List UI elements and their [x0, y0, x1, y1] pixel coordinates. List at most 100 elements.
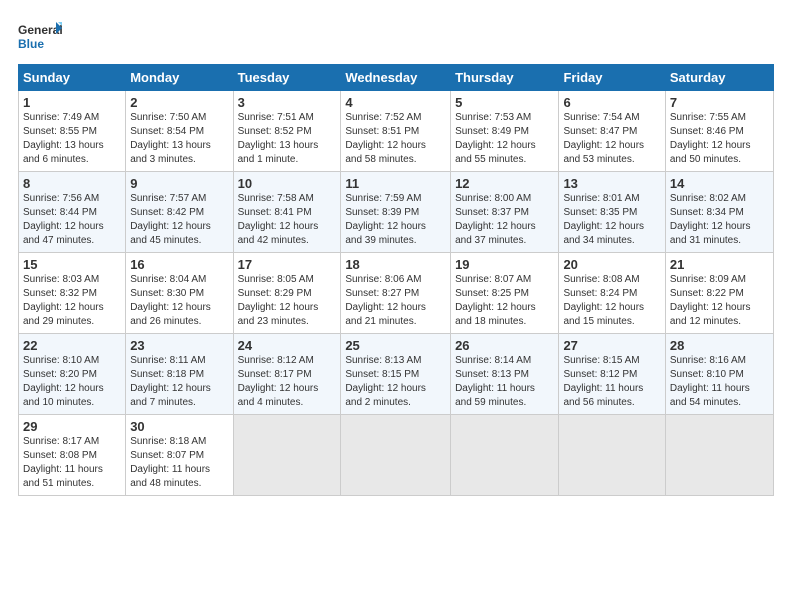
day-cell: 23Sunrise: 8:11 AM Sunset: 8:18 PM Dayli… [126, 334, 233, 415]
calendar: SundayMondayTuesdayWednesdayThursdayFrid… [18, 64, 774, 496]
day-info: Sunrise: 7:56 AM Sunset: 8:44 PM Dayligh… [23, 192, 121, 248]
day-number: 7 [670, 95, 769, 110]
weekday-header-saturday: Saturday [665, 65, 773, 91]
day-cell: 8Sunrise: 7:56 AM Sunset: 8:44 PM Daylig… [19, 172, 126, 253]
day-number: 29 [23, 419, 121, 434]
day-info: Sunrise: 7:49 AM Sunset: 8:55 PM Dayligh… [23, 111, 121, 167]
day-cell: 25Sunrise: 8:13 AM Sunset: 8:15 PM Dayli… [341, 334, 451, 415]
day-number: 23 [130, 338, 228, 353]
day-cell: 26Sunrise: 8:14 AM Sunset: 8:13 PM Dayli… [451, 334, 559, 415]
day-info: Sunrise: 8:04 AM Sunset: 8:30 PM Dayligh… [130, 273, 228, 329]
weekday-header-sunday: Sunday [19, 65, 126, 91]
day-number: 26 [455, 338, 554, 353]
day-info: Sunrise: 8:05 AM Sunset: 8:29 PM Dayligh… [238, 273, 337, 329]
day-cell [665, 415, 773, 496]
day-cell: 15Sunrise: 8:03 AM Sunset: 8:32 PM Dayli… [19, 253, 126, 334]
day-number: 5 [455, 95, 554, 110]
day-cell: 16Sunrise: 8:04 AM Sunset: 8:30 PM Dayli… [126, 253, 233, 334]
day-info: Sunrise: 7:54 AM Sunset: 8:47 PM Dayligh… [563, 111, 660, 167]
svg-text:Blue: Blue [18, 37, 44, 51]
day-info: Sunrise: 8:12 AM Sunset: 8:17 PM Dayligh… [238, 354, 337, 410]
day-info: Sunrise: 8:17 AM Sunset: 8:08 PM Dayligh… [23, 435, 121, 491]
day-number: 22 [23, 338, 121, 353]
day-cell: 10Sunrise: 7:58 AM Sunset: 8:41 PM Dayli… [233, 172, 341, 253]
day-number: 13 [563, 176, 660, 191]
day-number: 12 [455, 176, 554, 191]
day-cell [559, 415, 665, 496]
day-cell: 20Sunrise: 8:08 AM Sunset: 8:24 PM Dayli… [559, 253, 665, 334]
day-cell: 14Sunrise: 8:02 AM Sunset: 8:34 PM Dayli… [665, 172, 773, 253]
day-cell: 13Sunrise: 8:01 AM Sunset: 8:35 PM Dayli… [559, 172, 665, 253]
day-cell: 11Sunrise: 7:59 AM Sunset: 8:39 PM Dayli… [341, 172, 451, 253]
day-number: 10 [238, 176, 337, 191]
day-cell: 21Sunrise: 8:09 AM Sunset: 8:22 PM Dayli… [665, 253, 773, 334]
weekday-header-thursday: Thursday [451, 65, 559, 91]
day-info: Sunrise: 7:52 AM Sunset: 8:51 PM Dayligh… [345, 111, 446, 167]
day-cell: 19Sunrise: 8:07 AM Sunset: 8:25 PM Dayli… [451, 253, 559, 334]
day-number: 15 [23, 257, 121, 272]
day-info: Sunrise: 7:55 AM Sunset: 8:46 PM Dayligh… [670, 111, 769, 167]
day-info: Sunrise: 8:14 AM Sunset: 8:13 PM Dayligh… [455, 354, 554, 410]
day-number: 21 [670, 257, 769, 272]
week-row-5: 29Sunrise: 8:17 AM Sunset: 8:08 PM Dayli… [19, 415, 774, 496]
day-info: Sunrise: 8:13 AM Sunset: 8:15 PM Dayligh… [345, 354, 446, 410]
day-number: 16 [130, 257, 228, 272]
day-cell: 1Sunrise: 7:49 AM Sunset: 8:55 PM Daylig… [19, 91, 126, 172]
day-number: 24 [238, 338, 337, 353]
day-cell: 27Sunrise: 8:15 AM Sunset: 8:12 PM Dayli… [559, 334, 665, 415]
day-number: 19 [455, 257, 554, 272]
page: General Blue SundayMondayTuesdayWednesda… [0, 0, 792, 612]
day-cell: 29Sunrise: 8:17 AM Sunset: 8:08 PM Dayli… [19, 415, 126, 496]
day-number: 20 [563, 257, 660, 272]
day-cell [233, 415, 341, 496]
day-info: Sunrise: 8:02 AM Sunset: 8:34 PM Dayligh… [670, 192, 769, 248]
day-info: Sunrise: 7:50 AM Sunset: 8:54 PM Dayligh… [130, 111, 228, 167]
svg-text:General: General [18, 23, 62, 37]
day-number: 6 [563, 95, 660, 110]
day-info: Sunrise: 8:07 AM Sunset: 8:25 PM Dayligh… [455, 273, 554, 329]
day-number: 17 [238, 257, 337, 272]
day-number: 1 [23, 95, 121, 110]
weekday-header-tuesday: Tuesday [233, 65, 341, 91]
day-number: 28 [670, 338, 769, 353]
day-cell: 4Sunrise: 7:52 AM Sunset: 8:51 PM Daylig… [341, 91, 451, 172]
day-cell [451, 415, 559, 496]
weekday-header-wednesday: Wednesday [341, 65, 451, 91]
day-cell: 18Sunrise: 8:06 AM Sunset: 8:27 PM Dayli… [341, 253, 451, 334]
day-number: 8 [23, 176, 121, 191]
day-cell: 22Sunrise: 8:10 AM Sunset: 8:20 PM Dayli… [19, 334, 126, 415]
logo: General Blue [18, 18, 62, 58]
day-number: 11 [345, 176, 446, 191]
day-cell: 30Sunrise: 8:18 AM Sunset: 8:07 PM Dayli… [126, 415, 233, 496]
week-row-4: 22Sunrise: 8:10 AM Sunset: 8:20 PM Dayli… [19, 334, 774, 415]
day-info: Sunrise: 8:11 AM Sunset: 8:18 PM Dayligh… [130, 354, 228, 410]
day-cell: 9Sunrise: 7:57 AM Sunset: 8:42 PM Daylig… [126, 172, 233, 253]
day-number: 18 [345, 257, 446, 272]
day-info: Sunrise: 8:06 AM Sunset: 8:27 PM Dayligh… [345, 273, 446, 329]
day-cell: 28Sunrise: 8:16 AM Sunset: 8:10 PM Dayli… [665, 334, 773, 415]
day-info: Sunrise: 8:00 AM Sunset: 8:37 PM Dayligh… [455, 192, 554, 248]
day-number: 25 [345, 338, 446, 353]
day-info: Sunrise: 8:09 AM Sunset: 8:22 PM Dayligh… [670, 273, 769, 329]
day-info: Sunrise: 8:16 AM Sunset: 8:10 PM Dayligh… [670, 354, 769, 410]
day-cell: 24Sunrise: 8:12 AM Sunset: 8:17 PM Dayli… [233, 334, 341, 415]
day-number: 3 [238, 95, 337, 110]
day-info: Sunrise: 8:03 AM Sunset: 8:32 PM Dayligh… [23, 273, 121, 329]
day-number: 9 [130, 176, 228, 191]
day-info: Sunrise: 8:01 AM Sunset: 8:35 PM Dayligh… [563, 192, 660, 248]
header: General Blue [18, 18, 774, 58]
week-row-3: 15Sunrise: 8:03 AM Sunset: 8:32 PM Dayli… [19, 253, 774, 334]
day-info: Sunrise: 7:51 AM Sunset: 8:52 PM Dayligh… [238, 111, 337, 167]
day-cell: 12Sunrise: 8:00 AM Sunset: 8:37 PM Dayli… [451, 172, 559, 253]
day-info: Sunrise: 8:08 AM Sunset: 8:24 PM Dayligh… [563, 273, 660, 329]
day-number: 2 [130, 95, 228, 110]
day-info: Sunrise: 7:53 AM Sunset: 8:49 PM Dayligh… [455, 111, 554, 167]
day-cell [341, 415, 451, 496]
day-info: Sunrise: 7:57 AM Sunset: 8:42 PM Dayligh… [130, 192, 228, 248]
day-info: Sunrise: 8:10 AM Sunset: 8:20 PM Dayligh… [23, 354, 121, 410]
week-row-2: 8Sunrise: 7:56 AM Sunset: 8:44 PM Daylig… [19, 172, 774, 253]
day-cell: 3Sunrise: 7:51 AM Sunset: 8:52 PM Daylig… [233, 91, 341, 172]
weekday-header-monday: Monday [126, 65, 233, 91]
day-cell: 6Sunrise: 7:54 AM Sunset: 8:47 PM Daylig… [559, 91, 665, 172]
day-info: Sunrise: 8:18 AM Sunset: 8:07 PM Dayligh… [130, 435, 228, 491]
